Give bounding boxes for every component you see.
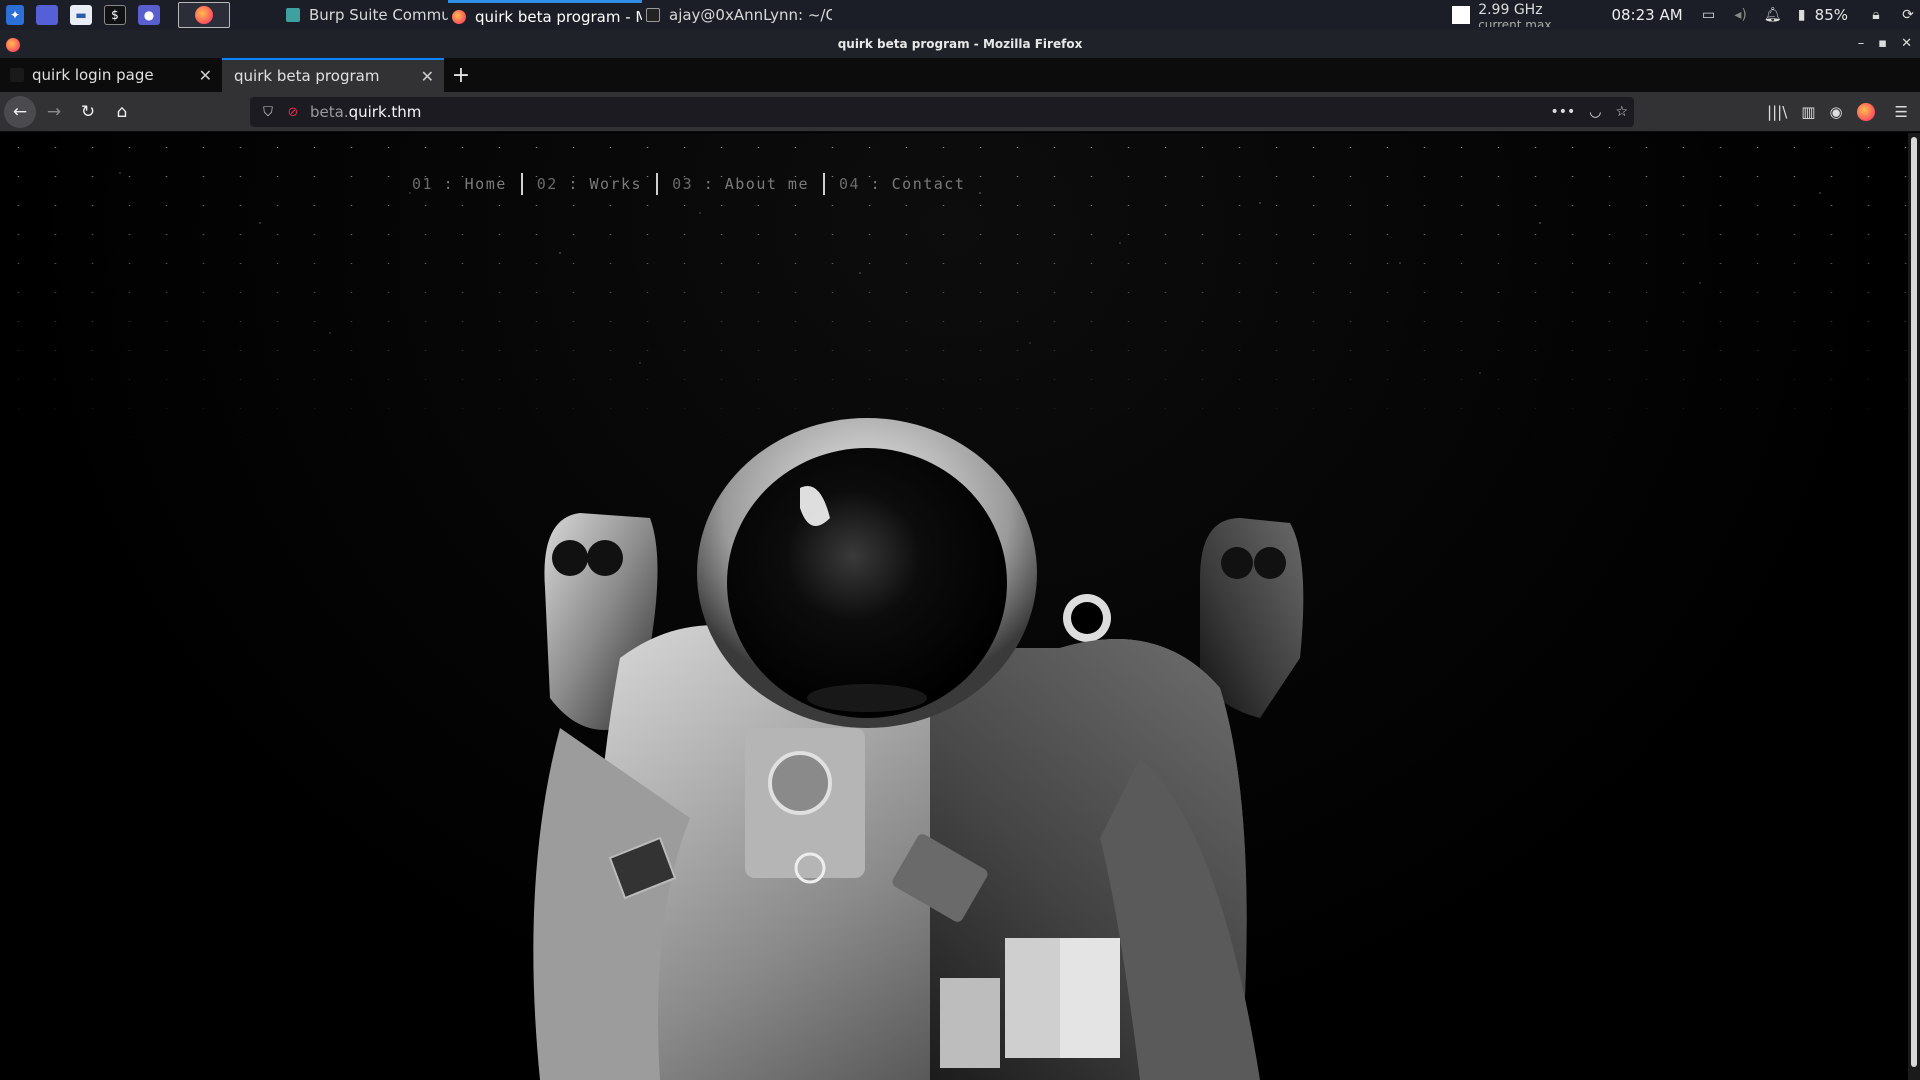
firefox-icon (6, 38, 20, 52)
nav-label: Contact (891, 175, 966, 193)
tab-favicon-icon (10, 68, 24, 82)
nav-separator: : (703, 175, 715, 193)
url-domain: quirk.thm (348, 103, 422, 121)
astronaut-hero-image (533, 418, 1304, 1080)
burp-icon (286, 8, 300, 22)
nav-link-works[interactable]: 02 : Works (523, 175, 656, 193)
firefox-icon (195, 6, 213, 24)
clock[interactable]: 08:23 AM (1611, 6, 1682, 24)
nav-link-home[interactable]: 01 : Home (398, 175, 521, 193)
url-subdomain: beta. (310, 103, 349, 121)
firefox-extension-icon[interactable] (1856, 103, 1875, 121)
nav-separator: : (568, 175, 579, 193)
web-page: 01 : Home 02 : Works 03 : About me 04 : … (0, 133, 1908, 1080)
home-button[interactable]: ⌂ (106, 96, 138, 128)
taskbar-task-label: ajay@0xAnnLynn: ~/CT... (669, 6, 832, 24)
tab-strip: quirk login page ✕ quirk beta program ✕ … (0, 58, 1920, 92)
minimize-icon[interactable]: – (1858, 30, 1865, 58)
notification-bell-icon[interactable]: 🔔︎ (1764, 7, 1782, 23)
sidebar-icon[interactable]: ▥ (1801, 103, 1815, 121)
desktop-taskbar: ✦ ▬ $ ● Burp Suite Community E... quirk … (0, 0, 1920, 30)
toolbar-right: |||\ ▥ ◉ ☰ (1767, 92, 1920, 132)
tab-label: quirk login page (32, 66, 154, 84)
taskbar-task-burp[interactable]: Burp Suite Community E... (282, 0, 448, 30)
scrollbar-thumb[interactable] (1911, 137, 1917, 1067)
taskbar-task-label: Burp Suite Community E... (309, 6, 448, 24)
home-icon: ⌂ (116, 101, 128, 122)
kali-menu-icon: ✦ (6, 5, 24, 25)
site-navigation: 01 : Home 02 : Works 03 : About me 04 : … (398, 173, 979, 195)
terminal-icon (646, 8, 660, 22)
forward-button[interactable]: → (38, 96, 70, 128)
window-title: quirk beta program - Mozilla Firefox (837, 37, 1083, 51)
url-bar-actions: ••• ◡ ☆ (1550, 97, 1628, 127)
arrow-left-icon: ← (12, 101, 28, 122)
new-tab-button[interactable]: + (444, 58, 478, 92)
tab-label: quirk beta program (234, 67, 380, 85)
firefox-icon (452, 9, 466, 24)
volume-icon[interactable]: ◂) (1733, 7, 1749, 23)
nav-separator: : (443, 175, 455, 193)
file-manager-icon[interactable]: ▬ (70, 5, 92, 25)
taskbar-task-terminal[interactable]: ajay@0xAnnLynn: ~/CT... (642, 0, 832, 30)
hamburger-menu-icon[interactable]: ☰ (1895, 103, 1908, 121)
maximize-icon[interactable]: ▪ (1878, 30, 1887, 58)
window-controls: – ▪ ✕ (1858, 30, 1912, 58)
battery-icon[interactable]: ▮ (1797, 7, 1807, 23)
nav-separator: : (870, 175, 882, 193)
pocket-icon[interactable]: ◡ (1589, 104, 1601, 120)
url-text[interactable]: beta.quirk.thm (310, 103, 421, 121)
system-tray: 2.99 GHz current max 08:23 AM ▭ ◂) 🔔︎ ▮ … (1452, 0, 1920, 30)
plus-icon: + (451, 62, 471, 88)
page-scrollbar[interactable] (1908, 133, 1920, 1080)
bookmark-star-icon[interactable]: ☆ (1615, 104, 1628, 120)
nav-link-contact[interactable]: 04 : Contact (825, 175, 979, 193)
reload-icon: ↻ (80, 101, 96, 122)
cpu-frequency[interactable]: 2.99 GHz current max (1478, 2, 1552, 28)
taskbar-task-firefox[interactable]: quirk beta program - Mo... (448, 0, 642, 30)
battery-percent: 85% (1814, 6, 1848, 24)
show-desktop-icon[interactable] (36, 5, 58, 25)
arrow-right-icon: → (46, 101, 62, 122)
tracking-protection-shield-icon[interactable]: ⛉ (254, 105, 282, 120)
tab-quirk-login[interactable]: quirk login page ✕ (0, 58, 222, 92)
cpu-frequency-sub: current max (1478, 18, 1552, 27)
nav-label: About me (724, 175, 809, 193)
reload-button[interactable]: ↻ (72, 96, 104, 128)
nav-link-about[interactable]: 03 : About me (658, 175, 823, 193)
screen-recorder-icon[interactable]: ● (138, 5, 160, 25)
page-actions-menu-icon[interactable]: ••• (1550, 104, 1575, 120)
cpu-monitor-icon (1452, 6, 1471, 24)
tab-close-icon[interactable]: ✕ (199, 66, 212, 85)
tab-quirk-beta[interactable]: quirk beta program ✕ (222, 58, 444, 92)
terminal-launcher-icon[interactable]: $ (104, 5, 126, 25)
cpu-frequency-value: 2.99 GHz (1478, 2, 1543, 18)
display-icon[interactable]: ▭ (1701, 7, 1717, 23)
lock-screen-icon[interactable]: 🔒︎ (1868, 7, 1884, 23)
firefox-launcher-button[interactable] (178, 2, 230, 28)
nav-label: Home (464, 175, 507, 193)
navigation-toolbar: ← → ↻ ⌂ ⛉ ⊘ beta.quirk.thm ••• ◡ ☆ |||\ … (0, 92, 1920, 132)
power-icon[interactable]: ⟳ (1900, 7, 1916, 23)
nav-number: 01 (412, 175, 434, 193)
insecure-lock-icon[interactable]: ⊘ (282, 105, 304, 120)
url-bar[interactable]: ⛉ ⊘ beta.quirk.thm ••• ◡ ☆ (250, 97, 1634, 127)
nav-number: 02 (536, 175, 558, 193)
library-icon[interactable]: |||\ (1767, 103, 1787, 121)
taskbar-task-label: quirk beta program - Mo... (475, 7, 642, 26)
close-icon[interactable]: ✕ (1901, 30, 1912, 58)
tab-close-icon[interactable]: ✕ (421, 67, 434, 86)
nav-label: Works (589, 175, 643, 193)
account-icon[interactable]: ◉ (1829, 103, 1842, 121)
window-titlebar: quirk beta program - Mozilla Firefox – ▪… (0, 30, 1920, 60)
nav-number: 03 (672, 175, 694, 193)
nav-number: 04 (839, 175, 861, 193)
app-menu-button[interactable]: ✦ (0, 0, 30, 30)
back-button[interactable]: ← (4, 95, 36, 128)
